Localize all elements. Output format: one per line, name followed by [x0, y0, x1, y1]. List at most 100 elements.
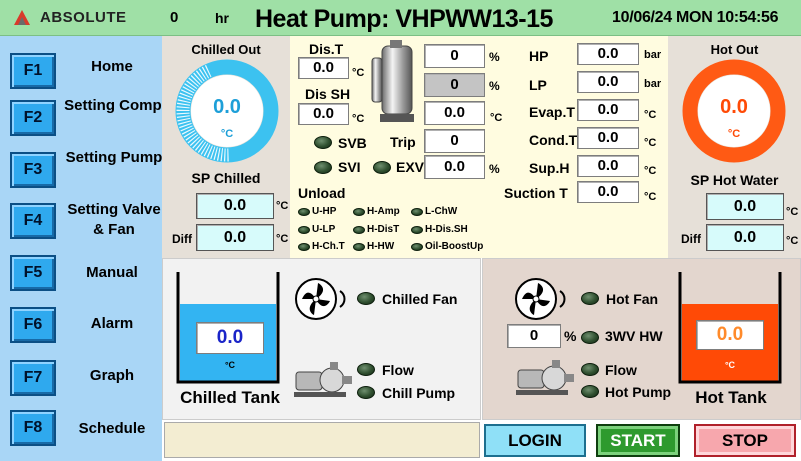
hot-tank-label: Hot Tank — [695, 388, 767, 407]
f1-key-button[interactable]: F1 — [10, 53, 56, 89]
comp-percent-2-field: 0 — [424, 73, 485, 97]
chill-pump-icon — [294, 362, 352, 397]
sidebar-item-graph[interactable]: Graph — [64, 366, 160, 386]
trip-field: 0 — [424, 129, 485, 153]
comp-percent-1-field: 0 — [424, 44, 485, 68]
comp-temp-unit: °C — [490, 112, 503, 124]
h-dist-label: H-DisT — [367, 224, 400, 235]
chilled-fan-icon — [295, 278, 346, 320]
cond-t-field: 0.0 — [577, 127, 639, 149]
sidebar-item-home[interactable]: Home — [64, 57, 160, 77]
f5-key-button[interactable]: F5 — [10, 255, 56, 291]
hot-fan-icon — [515, 278, 566, 320]
sup-h-label: Sup.H — [529, 160, 570, 176]
hot-fan-indicator-icon — [581, 292, 599, 305]
chilled-diff-input[interactable]: 0.0 — [196, 224, 274, 251]
hot-diff-unit: °C — [786, 235, 799, 247]
3wv-hw-indicator-icon — [581, 331, 599, 344]
chilled-diff-unit: °C — [276, 233, 289, 245]
evap-t-label: Evap.T — [529, 104, 575, 120]
comp-temp-field: 0.0 — [424, 101, 485, 125]
cond-t-unit: °C — [644, 137, 657, 149]
h-ch-t-label: H-Ch.T — [312, 241, 345, 252]
sidebar-item-setting-pump[interactable]: Setting Pump — [64, 148, 164, 168]
svi-indicator-icon — [314, 161, 332, 174]
u-hp-indicator-icon — [298, 208, 310, 216]
u-lp-indicator-icon — [298, 226, 310, 234]
f7-key-button[interactable]: F7 — [10, 360, 56, 396]
hot-out-title: Hot Out — [710, 42, 759, 57]
sidebar: F1 Home F2 Setting Comp. F3 Setting Pump… — [0, 36, 166, 461]
hot-out-unit: °C — [727, 128, 741, 140]
chilled-flow-indicator-icon — [357, 363, 375, 376]
chilled-diff-label: Diff — [172, 232, 192, 246]
stop-button[interactable]: STOP — [694, 424, 796, 457]
l-chw-label: L-ChW — [425, 206, 458, 217]
unload-title: Unload — [298, 185, 346, 201]
sidebar-item-setting-valve-fan[interactable]: Setting Valve & Fan — [64, 200, 164, 240]
dis-sh-field: 0.0 — [298, 103, 349, 125]
hp-field: 0.0 — [577, 43, 639, 65]
h-hw-label: H-HW — [367, 241, 395, 252]
login-button[interactable]: LOGIN — [484, 424, 586, 457]
sidebar-item-setting-comp[interactable]: Setting Comp. — [64, 96, 166, 116]
h-hw-indicator-icon — [353, 243, 365, 251]
hp-label: HP — [529, 48, 549, 64]
dis-t-field: 0.0 — [298, 57, 349, 79]
chill-pump-indicator-icon — [357, 386, 375, 399]
f6-key-button[interactable]: F6 — [10, 307, 56, 343]
f4-key-button[interactable]: F4 — [10, 203, 56, 239]
run-hours-unit: hr — [215, 10, 229, 26]
h-dis-sh-indicator-icon — [411, 226, 423, 234]
3wv-hw-percent-field: 0 — [507, 324, 561, 348]
chilled-tank-value: 0.0 — [196, 322, 264, 354]
sidebar-item-manual[interactable]: Manual — [64, 263, 160, 283]
cond-t-label: Cond.T — [529, 132, 578, 148]
sidebar-item-schedule[interactable]: Schedule — [64, 419, 160, 439]
svb-indicator-icon — [314, 136, 332, 149]
svb-label: SVB — [338, 135, 367, 151]
h-amp-label: H-Amp — [367, 206, 400, 217]
hot-tank-unit: °C — [724, 360, 736, 370]
h-ch-t-indicator-icon — [298, 243, 310, 251]
chilled-flow-label: Flow — [382, 362, 414, 378]
trip-label: Trip — [390, 134, 416, 150]
chill-pump-label: Chill Pump — [382, 385, 456, 401]
absolute-logo-icon — [14, 10, 30, 25]
chilled-tank-label: Chilled Tank — [180, 388, 280, 407]
lp-unit: bar — [644, 78, 662, 90]
hp-unit: bar — [644, 49, 662, 61]
sidebar-item-alarm[interactable]: Alarm — [64, 314, 160, 334]
f3-key-button[interactable]: F3 — [10, 152, 56, 188]
sup-h-unit: °C — [644, 165, 657, 177]
chilled-out-title: Chilled Out — [191, 42, 261, 57]
h-dist-indicator-icon — [353, 226, 365, 234]
chilled-fan-indicator-icon — [357, 292, 375, 305]
run-hours-value: 0 — [170, 9, 179, 26]
dis-t-unit: °C — [352, 67, 365, 79]
u-lp-label: U-LP — [312, 224, 336, 235]
start-button[interactable]: START — [596, 424, 680, 457]
exv-field: 0.0 — [424, 155, 485, 179]
sp-chilled-unit: °C — [276, 200, 289, 212]
lp-field: 0.0 — [577, 71, 639, 93]
sp-chilled-title: SP Chilled — [191, 170, 261, 186]
chilled-out-unit: °C — [220, 128, 234, 140]
hot-diff-input[interactable]: 0.0 — [706, 224, 784, 251]
exv-unit: % — [489, 162, 500, 176]
suction-t-unit: °C — [644, 191, 657, 203]
sp-hot-water-input[interactable]: 0.0 — [706, 193, 784, 220]
exv-label: EXV — [396, 159, 425, 175]
lp-label: LP — [529, 77, 547, 93]
sp-chilled-input[interactable]: 0.0 — [196, 193, 274, 219]
dis-sh-unit: °C — [352, 113, 365, 125]
svi-label: SVI — [338, 159, 361, 175]
dis-t-label: Dis.T — [309, 41, 344, 57]
compressor-icon — [371, 40, 414, 122]
page-title: Heat Pump: VHPWW13-15 — [255, 5, 553, 33]
f8-key-button[interactable]: F8 — [10, 410, 56, 446]
f2-key-button[interactable]: F2 — [10, 100, 56, 136]
hot-fan-label: Hot Fan — [606, 291, 659, 307]
3wv-hw-label: 3WV HW — [605, 328, 663, 344]
chilled-out-value: 0.0 — [213, 96, 241, 118]
